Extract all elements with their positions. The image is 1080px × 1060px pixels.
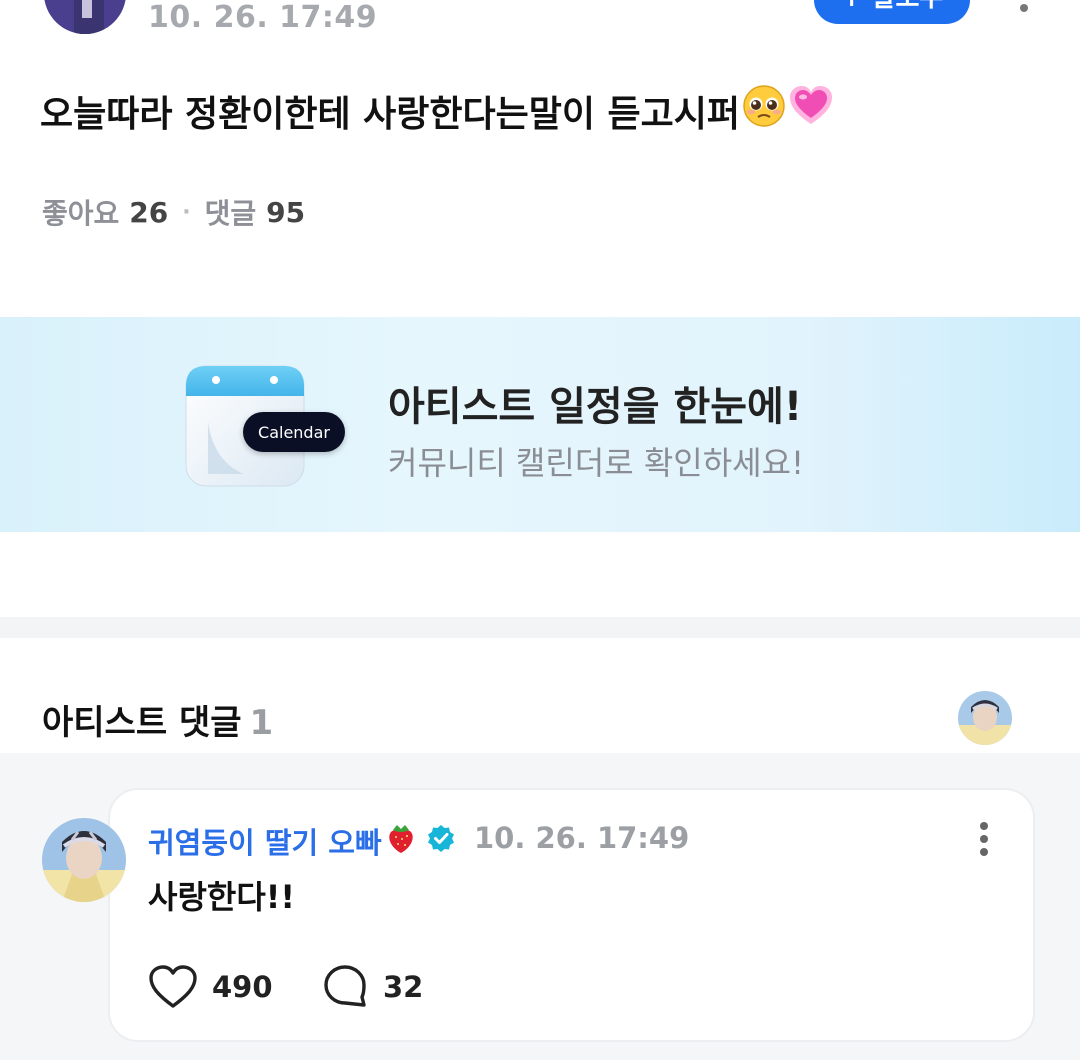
more-options-icon[interactable] [1014, 0, 1034, 20]
artist-avatar-small[interactable] [958, 691, 1012, 745]
comment-reply-count: 32 [383, 970, 424, 1004]
comment-author-avatar[interactable] [42, 818, 126, 902]
artist-comments-count: 1 [249, 703, 274, 743]
verified-badge-icon [426, 823, 456, 860]
comment-text: 사랑한다!! [148, 878, 295, 916]
reply-bubble-icon[interactable] [322, 963, 368, 1009]
comment-timestamp: 10. 26. 17:49 [474, 821, 690, 855]
comment-more-icon[interactable] [976, 822, 992, 856]
calendar-pill-label: Calendar [243, 412, 345, 452]
post-text: 오늘따라 정환이한테 사랑한다는말이 듣고시퍼 [40, 93, 740, 135]
comment-author-name[interactable]: 귀염둥이 딸기 오빠 [148, 820, 382, 862]
strawberry-icon [384, 821, 418, 862]
banner-title: 아티스트 일정을 한눈에! [388, 384, 803, 430]
likes-label: 좋아요 [42, 197, 120, 230]
artist-comments-header: 아티스트 댓글 1 [42, 695, 273, 744]
artist-comments-title: 아티스트 댓글 [42, 703, 242, 743]
likes-count[interactable]: 26 [129, 196, 168, 229]
banner-subtitle: 커뮤니티 캘린더로 확인하세요! [388, 444, 804, 482]
stats-separator: · [182, 199, 191, 225]
section-divider [0, 617, 1080, 638]
post-stats: 좋아요 26 · 댓글 95 [42, 192, 305, 232]
comments-label: 댓글 [204, 197, 257, 230]
comment-author[interactable]: 귀염둥이 딸기 오빠 [148, 820, 456, 862]
growing-heart-icon [788, 84, 834, 137]
follow-button[interactable]: + 팔로우 [814, 0, 970, 24]
author-avatar[interactable] [44, 0, 126, 34]
comment-like-count: 490 [212, 970, 273, 1004]
comments-count[interactable]: 95 [266, 196, 305, 229]
pleading-face-icon [742, 84, 786, 137]
heart-icon[interactable] [148, 964, 198, 1010]
post-content: 오늘따라 정환이한테 사랑한다는말이 듣고시퍼 [40, 84, 834, 137]
post-timestamp: 10. 26. 17:49 [148, 0, 378, 35]
